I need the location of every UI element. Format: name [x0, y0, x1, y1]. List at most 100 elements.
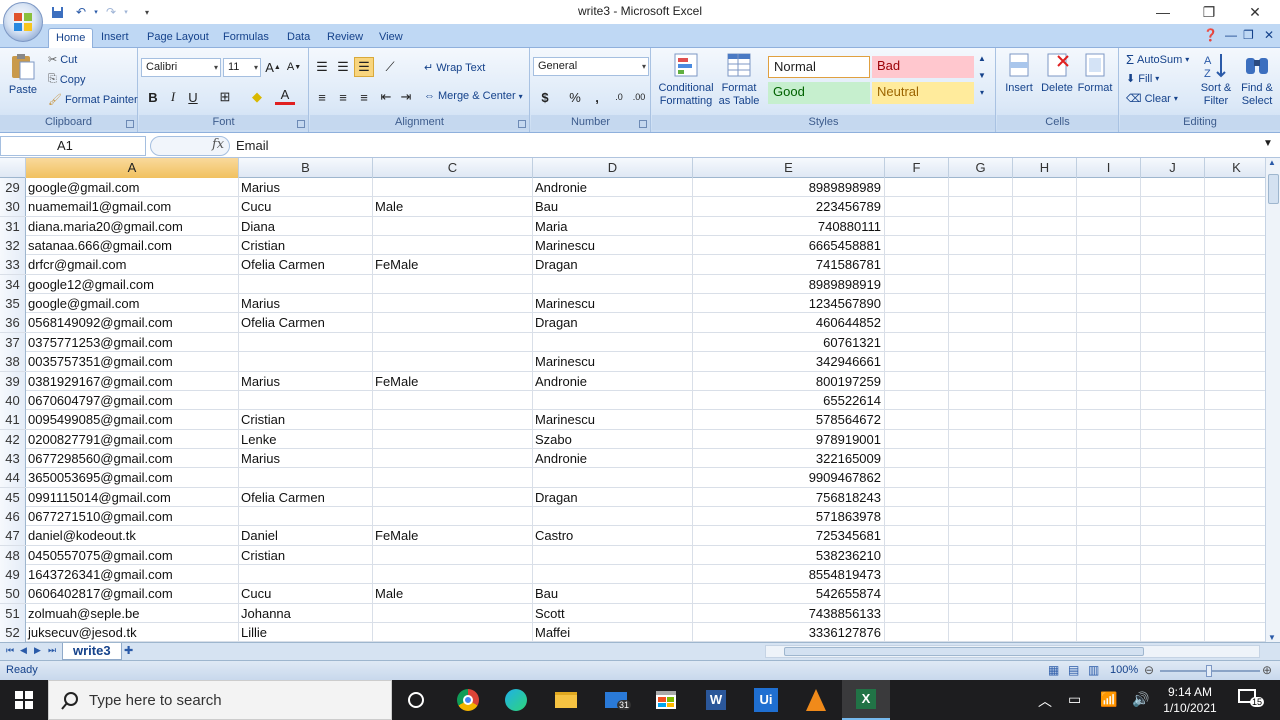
- clear-button[interactable]: ⌫ Clear ▾: [1126, 92, 1178, 106]
- vertical-scroll-thumb[interactable]: [1268, 174, 1279, 204]
- cell-f[interactable]: [885, 216, 949, 236]
- cell-f[interactable]: [885, 352, 949, 372]
- spreadsheet-grid[interactable]: ABCDEFGHIJK 29 google@gmail.com Marius Andr…: [0, 158, 1265, 642]
- tab-data[interactable]: Data: [280, 28, 317, 48]
- cell-e[interactable]: 1234567890: [693, 294, 885, 314]
- cell-i[interactable]: [1077, 448, 1141, 468]
- orientation-icon[interactable]: ⟋: [380, 57, 400, 77]
- cell-g[interactable]: [949, 565, 1013, 584]
- cell-k[interactable]: [1205, 372, 1265, 391]
- cell-g[interactable]: [949, 410, 1013, 430]
- font-color-button[interactable]: A: [275, 87, 295, 105]
- cell-h[interactable]: [1013, 274, 1077, 294]
- tab-view[interactable]: View: [372, 28, 410, 48]
- cell-h[interactable]: [1013, 506, 1077, 526]
- row-header[interactable]: 34: [0, 274, 26, 294]
- battery-icon[interactable]: ▭: [1068, 691, 1081, 708]
- cell-d[interactable]: Bau: [533, 197, 693, 217]
- scroll-up-icon[interactable]: ▲: [1268, 158, 1276, 167]
- volume-icon[interactable]: 🔊: [1132, 691, 1149, 708]
- row-header[interactable]: 48: [0, 545, 26, 565]
- cell-a[interactable]: 0991115014@gmail.com: [26, 487, 239, 507]
- cell-h[interactable]: [1013, 623, 1077, 642]
- row-header[interactable]: 30: [0, 197, 26, 217]
- cell-k[interactable]: [1205, 565, 1265, 584]
- cell-e[interactable]: 741586781: [693, 255, 885, 275]
- cell-i[interactable]: [1077, 197, 1141, 217]
- cell-b[interactable]: [239, 274, 373, 294]
- cell-k[interactable]: [1205, 236, 1265, 255]
- cell-k[interactable]: [1205, 526, 1265, 545]
- ribbon-minimize-icon[interactable]: —: [1225, 28, 1237, 42]
- underline-button[interactable]: U: [183, 87, 203, 107]
- cell-j[interactable]: [1141, 506, 1205, 526]
- cell-i[interactable]: [1077, 565, 1141, 584]
- cell-a[interactable]: 0381929167@gmail.com: [26, 371, 239, 391]
- cell-b[interactable]: [239, 390, 373, 410]
- cell-h[interactable]: [1013, 526, 1077, 546]
- style-neutral[interactable]: Neutral: [872, 82, 974, 104]
- cell-b[interactable]: Cucu: [239, 584, 373, 604]
- cell-h[interactable]: [1013, 352, 1077, 372]
- cell-g[interactable]: [949, 545, 1013, 565]
- cell-j[interactable]: [1141, 197, 1205, 217]
- column-header-f[interactable]: F: [885, 158, 949, 178]
- cell-i[interactable]: [1077, 506, 1141, 526]
- insert-function-button[interactable]: fx: [212, 137, 224, 152]
- cell-a[interactable]: nuamemail1@gmail.com: [26, 197, 239, 217]
- cell-b[interactable]: Cristian: [239, 236, 373, 256]
- cell-a[interactable]: 0568149092@gmail.com: [26, 313, 239, 333]
- cell-k[interactable]: [1205, 430, 1265, 449]
- cell-b[interactable]: Ofelia Carmen: [239, 255, 373, 275]
- cell-j[interactable]: [1141, 294, 1205, 314]
- cell-c[interactable]: [373, 216, 533, 236]
- cell-h[interactable]: [1013, 255, 1077, 275]
- cell-c[interactable]: [373, 178, 533, 197]
- last-sheet-icon[interactable]: ⏭: [48, 645, 56, 656]
- cell-g[interactable]: [949, 216, 1013, 236]
- cell-b[interactable]: Marius: [239, 448, 373, 468]
- cell-c[interactable]: [373, 390, 533, 410]
- cell-f[interactable]: [885, 448, 949, 468]
- cell-g[interactable]: [949, 429, 1013, 449]
- cell-f[interactable]: [885, 565, 949, 584]
- insert-cells-button[interactable]: Insert: [999, 50, 1039, 95]
- style-bad[interactable]: Bad: [872, 56, 974, 78]
- cell-c[interactable]: FeMale: [373, 371, 533, 391]
- cell-i[interactable]: [1077, 216, 1141, 236]
- cell-g[interactable]: [949, 236, 1013, 256]
- row-header[interactable]: 41: [0, 410, 26, 430]
- select-all-corner[interactable]: [0, 158, 26, 178]
- minimize-icon[interactable]: —: [1140, 0, 1186, 24]
- cell-c[interactable]: [373, 565, 533, 584]
- cell-i[interactable]: [1077, 236, 1141, 256]
- first-sheet-icon[interactable]: ⏮: [6, 645, 14, 656]
- row-header[interactable]: 38: [0, 352, 26, 372]
- cell-g[interactable]: [949, 487, 1013, 507]
- cell-d[interactable]: [533, 274, 693, 294]
- cell-e[interactable]: 342946661: [693, 352, 885, 372]
- cell-k[interactable]: [1205, 507, 1265, 526]
- decrease-decimal-icon[interactable]: .00: [629, 87, 649, 107]
- cell-d[interactable]: [533, 332, 693, 352]
- taskbar-search-box[interactable]: Type here to search: [48, 680, 392, 720]
- cell-f[interactable]: [885, 236, 949, 256]
- cell-d[interactable]: Marinescu: [533, 294, 693, 314]
- cell-d[interactable]: Dragan: [533, 487, 693, 507]
- cell-i[interactable]: [1077, 603, 1141, 623]
- system-clock[interactable]: 9:14 AM 1/10/2021: [1158, 684, 1222, 716]
- cell-a[interactable]: google12@gmail.com: [26, 274, 239, 294]
- tray-chevron-up-icon[interactable]: ︿: [1038, 691, 1052, 711]
- cell-f[interactable]: [885, 274, 949, 294]
- normal-view-icon[interactable]: ▦: [1048, 663, 1059, 677]
- cell-b[interactable]: Ofelia Carmen: [239, 313, 373, 333]
- cell-h[interactable]: [1013, 178, 1077, 197]
- cell-i[interactable]: [1077, 584, 1141, 604]
- cell-b[interactable]: Daniel: [239, 526, 373, 546]
- cell-k[interactable]: [1205, 255, 1265, 274]
- chrome-icon[interactable]: [444, 680, 492, 720]
- start-button[interactable]: [0, 680, 48, 720]
- cell-k[interactable]: [1205, 604, 1265, 623]
- cell-b[interactable]: Marius: [239, 294, 373, 314]
- cell-i[interactable]: [1077, 255, 1141, 275]
